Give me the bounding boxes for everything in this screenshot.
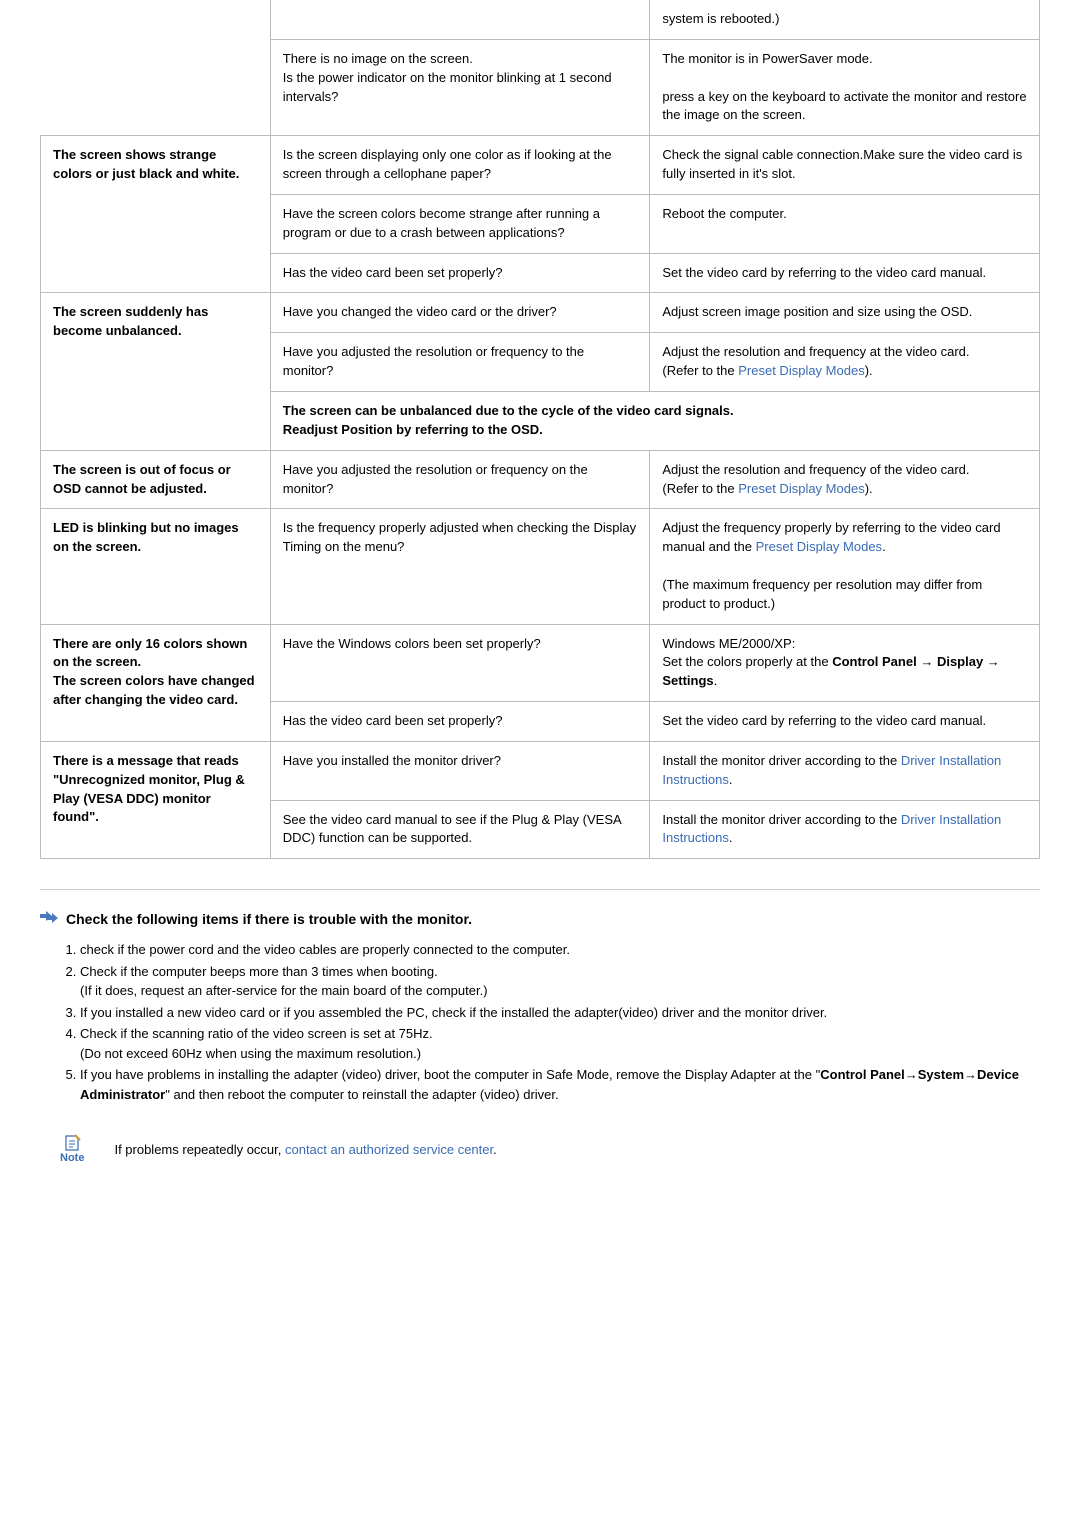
preset-display-modes-link[interactable]: Preset Display Modes	[756, 539, 882, 554]
table-cell-symptom: The screen is out of focus or OSD cannot…	[41, 450, 271, 509]
preset-display-modes-link[interactable]: Preset Display Modes	[738, 481, 864, 496]
list-item: If you installed a new video card or if …	[80, 1003, 1040, 1023]
table-cell-symptom: There is a message that reads "Unrecogni…	[41, 741, 271, 858]
table-cell: Have you installed the monitor driver?	[270, 741, 650, 800]
table-cell: Is the frequency properly adjusted when …	[270, 509, 650, 624]
table-cell: system is rebooted.)	[650, 0, 1040, 39]
table-cell: Adjust the resolution and frequency of t…	[650, 450, 1040, 509]
list-item: check if the power cord and the video ca…	[80, 940, 1040, 960]
note-text: If problems repeatedly occur, contact an…	[114, 1142, 496, 1157]
table-cell: See the video card manual to see if the …	[270, 800, 650, 859]
table-cell: Install the monitor driver according to …	[650, 800, 1040, 859]
table-cell: Have you changed the video card or the d…	[270, 293, 650, 333]
table-cell: Have you adjusted the resolution or freq…	[270, 450, 650, 509]
table-cell: Has the video card been set properly?	[270, 253, 650, 293]
note-row: Note If problems repeatedly occur, conta…	[40, 1134, 1040, 1164]
table-cell: Set the video card by referring to the v…	[650, 702, 1040, 742]
table-cell: The monitor is in PowerSaver mode. press…	[650, 39, 1040, 135]
table-cell: Check the signal cable connection.Make s…	[650, 136, 1040, 195]
table-cell: Adjust the frequency properly by referri…	[650, 509, 1040, 624]
list-item: Check if the scanning ratio of the video…	[80, 1024, 1040, 1063]
table-cell-note: The screen can be unbalanced due to the …	[270, 391, 1039, 450]
checklist-heading-text: Check the following items if there is tr…	[66, 911, 472, 927]
note-icon	[63, 1134, 81, 1152]
table-cell: Reboot the computer.	[650, 194, 1040, 253]
table-cell-symptom: LED is blinking but no images on the scr…	[41, 509, 271, 624]
checklist-heading: Check the following items if there is tr…	[40, 910, 1040, 928]
list-item: Check if the computer beeps more than 3 …	[80, 962, 1040, 1001]
note-label: Note	[60, 1152, 84, 1164]
table-cell: There is no image on the screen. Is the …	[270, 39, 650, 135]
note-badge: Note	[60, 1134, 84, 1164]
troubleshooting-table: system is rebooted.) There is no image o…	[40, 0, 1040, 859]
table-cell: Windows ME/2000/XP: Set the colors prope…	[650, 624, 1040, 702]
table-cell: Set the video card by referring to the v…	[650, 253, 1040, 293]
table-cell: Adjust the resolution and frequency at t…	[650, 333, 1040, 392]
table-cell-symptom: The screen suddenly has become unbalance…	[41, 293, 271, 450]
table-cell: Adjust screen image position and size us…	[650, 293, 1040, 333]
table-cell: Has the video card been set properly?	[270, 702, 650, 742]
table-cell-symptom: There are only 16 colors shown on the sc…	[41, 624, 271, 741]
table-cell: Have the screen colors become strange af…	[270, 194, 650, 253]
table-cell: Is the screen displaying only one color …	[270, 136, 650, 195]
table-cell-symptom: The screen shows strange colors or just …	[41, 136, 271, 293]
section-divider	[40, 889, 1040, 890]
list-item: If you have problems in installing the a…	[80, 1065, 1040, 1104]
table-cell: Have the Windows colors been set properl…	[270, 624, 650, 702]
table-cell: Have you adjusted the resolution or freq…	[270, 333, 650, 392]
arrow-marker-icon	[40, 910, 58, 928]
preset-display-modes-link[interactable]: Preset Display Modes	[738, 363, 864, 378]
table-cell: Install the monitor driver according to …	[650, 741, 1040, 800]
service-center-link[interactable]: contact an authorized service center	[285, 1142, 493, 1157]
checklist: check if the power cord and the video ca…	[40, 940, 1040, 1104]
